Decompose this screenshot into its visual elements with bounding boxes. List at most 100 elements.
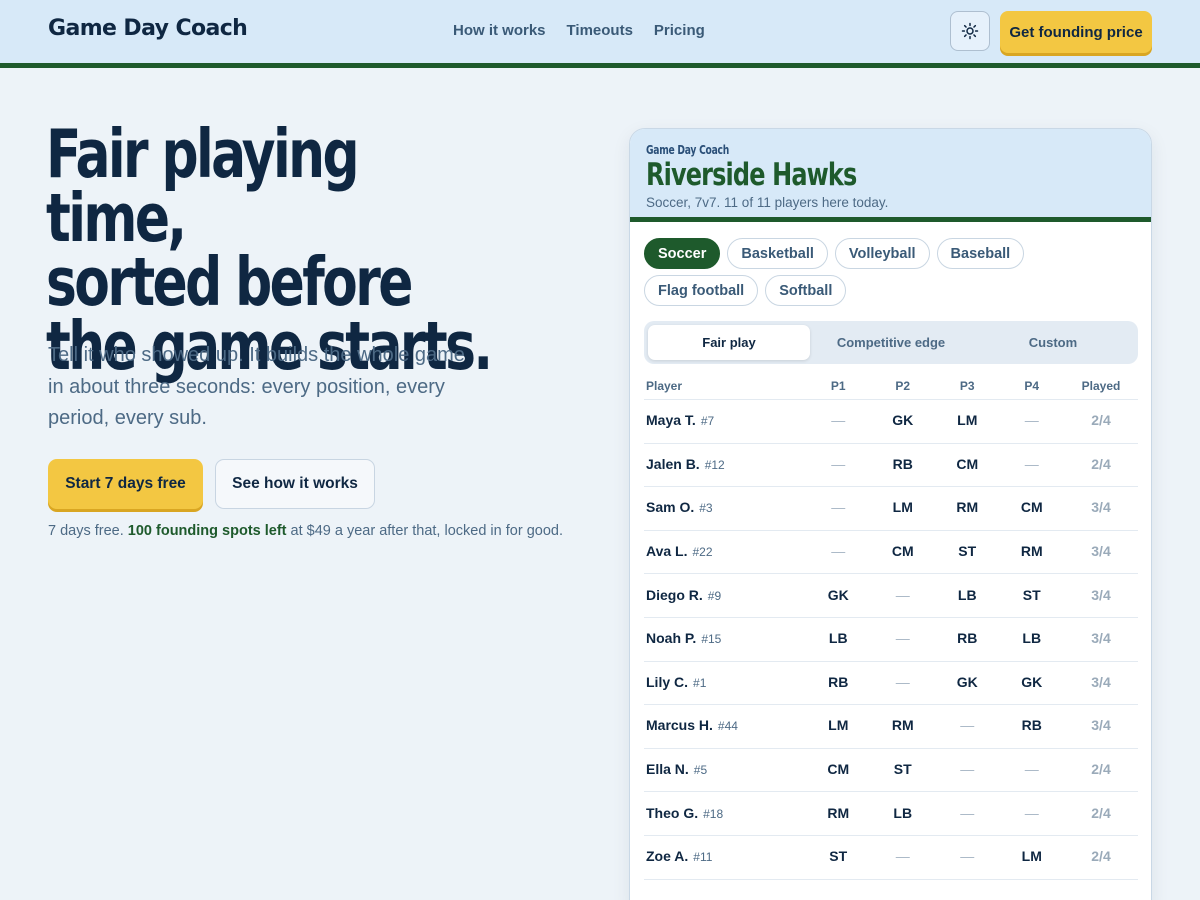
jersey-number: #15 bbox=[701, 632, 722, 647]
period-1-position: RM bbox=[806, 805, 871, 823]
period-2-position: CM bbox=[871, 543, 936, 561]
nav-how-it-works[interactable]: How it works bbox=[453, 22, 546, 39]
table-row[interactable]: Lily C. #1 RB — GK GK 3/4 bbox=[644, 662, 1138, 706]
played-cell: 3/4 bbox=[1064, 674, 1138, 692]
jersey-number: #11 bbox=[693, 850, 713, 865]
periods-played: 3/4 bbox=[1091, 543, 1111, 560]
period-1-position: GK bbox=[806, 587, 871, 605]
top-bar: Game Day Coach How it works Timeouts Pri… bbox=[0, 0, 1200, 63]
table-row[interactable]: Marcus H. #44 LM RM — RB 3/4 bbox=[644, 705, 1138, 749]
position-value: CM bbox=[956, 455, 979, 472]
period-4-position: — bbox=[1000, 761, 1065, 779]
player-name: Maya T. bbox=[646, 412, 696, 429]
position-value: GK bbox=[956, 673, 978, 690]
sport-chip-flag-football[interactable]: Flag football bbox=[644, 275, 759, 306]
position-value: — bbox=[1024, 455, 1039, 472]
table-row[interactable]: Maya T. #7 — GK LM — 2/4 bbox=[644, 400, 1138, 444]
player-name: Noah P. bbox=[646, 630, 697, 647]
periods-played: 3/4 bbox=[1091, 673, 1111, 690]
position-value: RM bbox=[1020, 543, 1043, 560]
column-header-p3: P3 bbox=[959, 378, 975, 393]
get-founding-price-button[interactable]: Get founding price bbox=[1000, 11, 1152, 53]
periods-played: 3/4 bbox=[1091, 630, 1111, 647]
team-subtitle: Soccer, 7v7. 11 of 11 players here today… bbox=[646, 195, 889, 210]
player-cell: Marcus H. #44 bbox=[644, 717, 806, 735]
position-value: — bbox=[895, 673, 910, 690]
played-cell: 3/4 bbox=[1064, 717, 1138, 735]
table-row[interactable]: Zoe A. #11 ST — — LM 2/4 bbox=[644, 836, 1138, 880]
period-2-position: LB bbox=[871, 805, 936, 823]
theme-toggle-button[interactable] bbox=[950, 11, 990, 51]
founding-spots-highlight: 100 founding spots left bbox=[127, 523, 287, 539]
position-value: GK bbox=[1021, 673, 1043, 690]
position-value: — bbox=[895, 630, 910, 647]
position-value: — bbox=[960, 761, 975, 778]
period-4-position: — bbox=[1000, 456, 1065, 474]
position-value: — bbox=[895, 848, 910, 865]
table-row[interactable]: Ava L. #22 — CM ST RM 3/4 bbox=[644, 531, 1138, 575]
position-value: — bbox=[1024, 761, 1039, 778]
position-value: — bbox=[895, 586, 910, 603]
position-value: — bbox=[831, 455, 846, 472]
player-name: Marcus H. bbox=[646, 717, 713, 734]
table-row[interactable]: Ella N. #5 CM ST — — 2/4 bbox=[644, 749, 1138, 793]
player-name: Jalen B. bbox=[646, 455, 700, 472]
main-nav: How it works Timeouts Pricing bbox=[453, 22, 705, 39]
played-cell: 3/4 bbox=[1064, 630, 1138, 648]
mode-custom[interactable]: Custom bbox=[972, 325, 1134, 360]
period-3-position: — bbox=[935, 717, 1000, 735]
period-3-position: GK bbox=[935, 674, 1000, 692]
player-name: Sam O. bbox=[646, 499, 695, 516]
position-value: LB bbox=[957, 586, 977, 603]
position-value: — bbox=[1024, 804, 1039, 821]
period-4-position: GK bbox=[1000, 674, 1065, 692]
sport-chip-soccer[interactable]: Soccer bbox=[644, 238, 721, 269]
period-4-position: — bbox=[1000, 412, 1065, 430]
player-name: Lily C. bbox=[646, 673, 689, 690]
mode-segmented-control: Fair play Competitive edge Custom bbox=[644, 321, 1138, 364]
periods-played: 3/4 bbox=[1091, 717, 1111, 734]
periods-played: 2/4 bbox=[1091, 412, 1111, 429]
player-cell: Sam O. #3 bbox=[644, 499, 806, 517]
start-free-trial-button[interactable]: Start 7 days free bbox=[48, 459, 203, 509]
position-value: LM bbox=[1021, 848, 1042, 865]
period-4-position: ST bbox=[1000, 587, 1065, 605]
lineup-table: Player P1 P2 P3 P4 Played Maya T. #7 — GK LM… bbox=[644, 372, 1138, 880]
mode-fair-play[interactable]: Fair play bbox=[648, 325, 810, 360]
jersey-number: #22 bbox=[692, 545, 713, 560]
table-row[interactable]: Theo G. #18 RM LB — — 2/4 bbox=[644, 792, 1138, 836]
table-row[interactable]: Noah P. #15 LB — RB LB 3/4 bbox=[644, 618, 1138, 662]
period-1-position: LB bbox=[806, 630, 871, 648]
mode-competitive-edge[interactable]: Competitive edge bbox=[810, 325, 972, 360]
sport-chip-softball[interactable]: Softball bbox=[765, 275, 847, 306]
brand-logo[interactable]: Game Day Coach bbox=[48, 16, 248, 41]
nav-pricing[interactable]: Pricing bbox=[654, 22, 705, 39]
period-3-position: — bbox=[935, 805, 1000, 823]
player-name: Ella N. bbox=[646, 761, 689, 778]
sport-chip-volleyball[interactable]: Volleyball bbox=[834, 238, 930, 269]
player-cell: Jalen B. #12 bbox=[644, 456, 806, 474]
period-3-position: RB bbox=[935, 630, 1000, 648]
period-2-position: — bbox=[871, 848, 936, 866]
period-2-position: ST bbox=[871, 761, 936, 779]
jersey-number: #9 bbox=[707, 588, 722, 603]
see-how-it-works-button[interactable]: See how it works bbox=[215, 459, 375, 509]
table-row[interactable]: Diego R. #9 GK — LB ST 3/4 bbox=[644, 574, 1138, 618]
jersey-number: #5 bbox=[693, 763, 708, 778]
player-cell: Theo G. #18 bbox=[644, 805, 806, 823]
sport-chip-basketball[interactable]: Basketball bbox=[727, 238, 828, 269]
position-value: RB bbox=[828, 673, 849, 690]
period-3-position: — bbox=[935, 848, 1000, 866]
sport-chip-baseball[interactable]: Baseball bbox=[936, 238, 1025, 269]
table-row[interactable]: Sam O. #3 — LM RM CM 3/4 bbox=[644, 487, 1138, 531]
nav-timeouts[interactable]: Timeouts bbox=[567, 22, 633, 39]
period-2-position: RM bbox=[871, 717, 936, 735]
position-value: LM bbox=[828, 717, 849, 734]
position-value: LB bbox=[1022, 630, 1042, 647]
played-cell: 2/4 bbox=[1064, 412, 1138, 430]
table-body: Maya T. #7 — GK LM — 2/4 Jalen B. #12 — RB CM — 2/4 Sa… bbox=[644, 400, 1138, 880]
player-cell: Ava L. #22 bbox=[644, 543, 806, 561]
table-row[interactable]: Jalen B. #12 — RB CM — 2/4 bbox=[644, 444, 1138, 488]
period-2-position: LM bbox=[871, 499, 936, 517]
position-value: CM bbox=[891, 543, 914, 560]
